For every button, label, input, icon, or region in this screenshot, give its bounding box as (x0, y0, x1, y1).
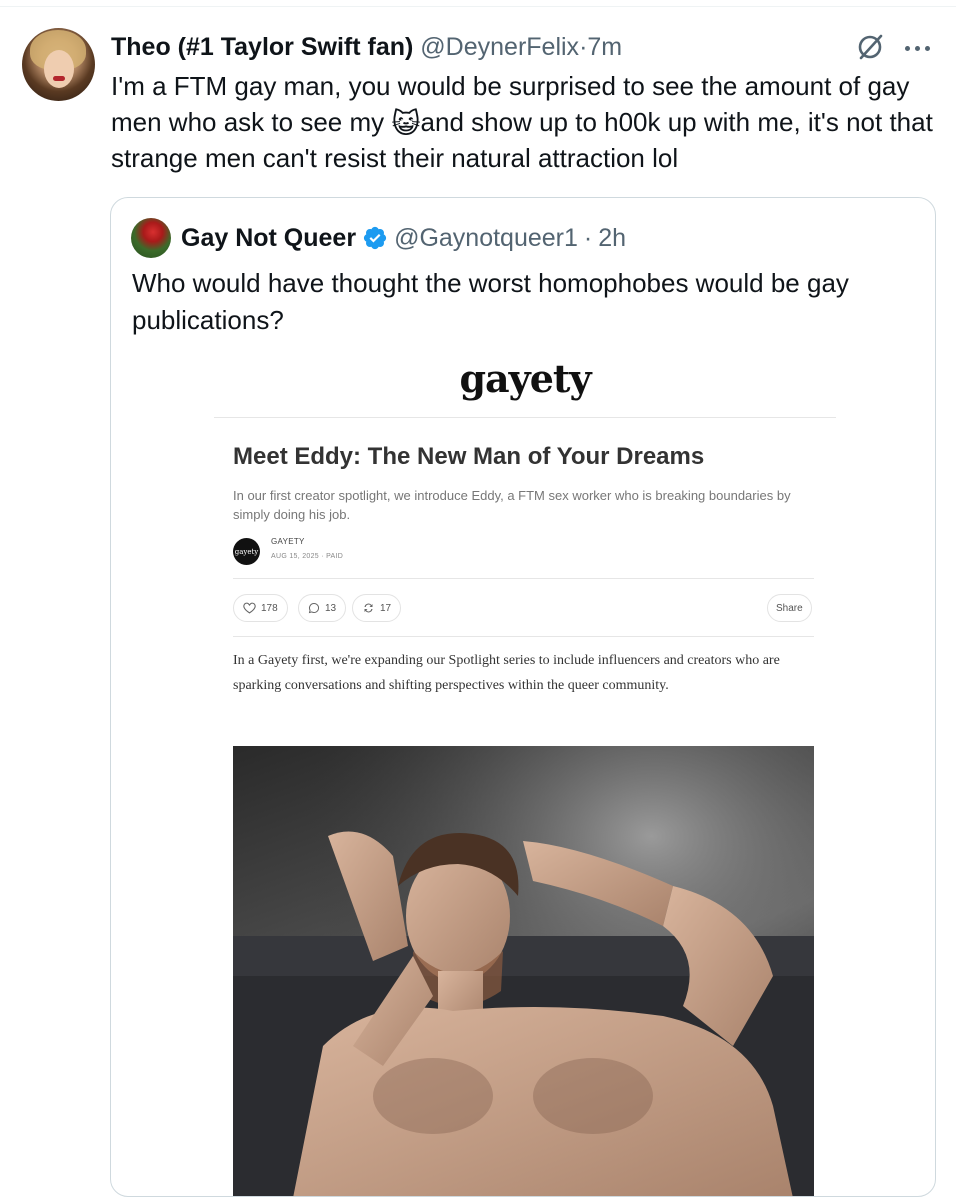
quoted-author-name: Gay Not Queer (181, 224, 357, 252)
publisher-avatar: gayety (233, 538, 260, 565)
author-avatar[interactable] (22, 28, 95, 101)
publication-logo: gayety (459, 356, 591, 401)
quoted-tweet[interactable]: Gay Not Queer @Gaynotqueer1 · 2h Who would… (110, 197, 936, 1197)
grok-icon[interactable] (855, 32, 885, 62)
quoted-author-handle: @Gaynotqueer1 (394, 224, 578, 252)
smiling-cat-emoji: 😺 (391, 108, 421, 139)
timestamp[interactable]: 7m (587, 33, 622, 61)
share-pill: Share (767, 594, 812, 622)
article-photo (233, 746, 814, 1196)
publisher-name: GAYETY (271, 537, 305, 546)
quoted-timestamp: 2h (598, 224, 627, 252)
more-icon[interactable] (905, 38, 935, 58)
author-name[interactable]: Theo (#1 Taylor Swift fan) (111, 33, 413, 61)
restack-pill: 17 (352, 594, 402, 622)
share-label: Share (776, 602, 803, 614)
comment-icon (308, 602, 320, 614)
quoted-tweet-text: Who would have thought the worst homopho… (132, 268, 849, 335)
tweet-header: Theo (#1 Taylor Swift fan) @DeynerFelix·… (111, 32, 622, 62)
top-divider (0, 6, 956, 7)
like-count: 178 (261, 602, 278, 614)
like-pill: 178 (233, 594, 288, 622)
comment-pill: 13 (298, 594, 347, 622)
article-title: Meet Eddy: The New Man of Your Dreams (233, 443, 705, 470)
divider (233, 578, 814, 579)
divider (214, 417, 836, 418)
divider (233, 636, 814, 637)
author-handle[interactable]: @DeynerFelix (420, 33, 579, 61)
verified-icon (363, 226, 387, 250)
comment-count: 13 (325, 602, 337, 614)
restack-icon (364, 603, 373, 613)
restack-count: 17 (380, 602, 392, 614)
heart-icon (243, 602, 256, 614)
article-screenshot: gayety Meet Eddy: The New Man of Your Dr… (214, 348, 836, 1196)
separator-dot: · (583, 224, 593, 252)
quoted-tweet-header: Gay Not Queer @Gaynotqueer1 · 2h (181, 222, 626, 254)
article-meta: AUG 15, 2025 · PAID (271, 553, 344, 560)
quoted-author-avatar (131, 218, 171, 258)
article-subtitle: In our first creator spotlight, we intro… (233, 488, 791, 522)
article-body: In a Gayety first, we're expanding our S… (233, 653, 780, 693)
tweet-text: I'm a FTM gay man, you would be surprise… (111, 71, 933, 173)
